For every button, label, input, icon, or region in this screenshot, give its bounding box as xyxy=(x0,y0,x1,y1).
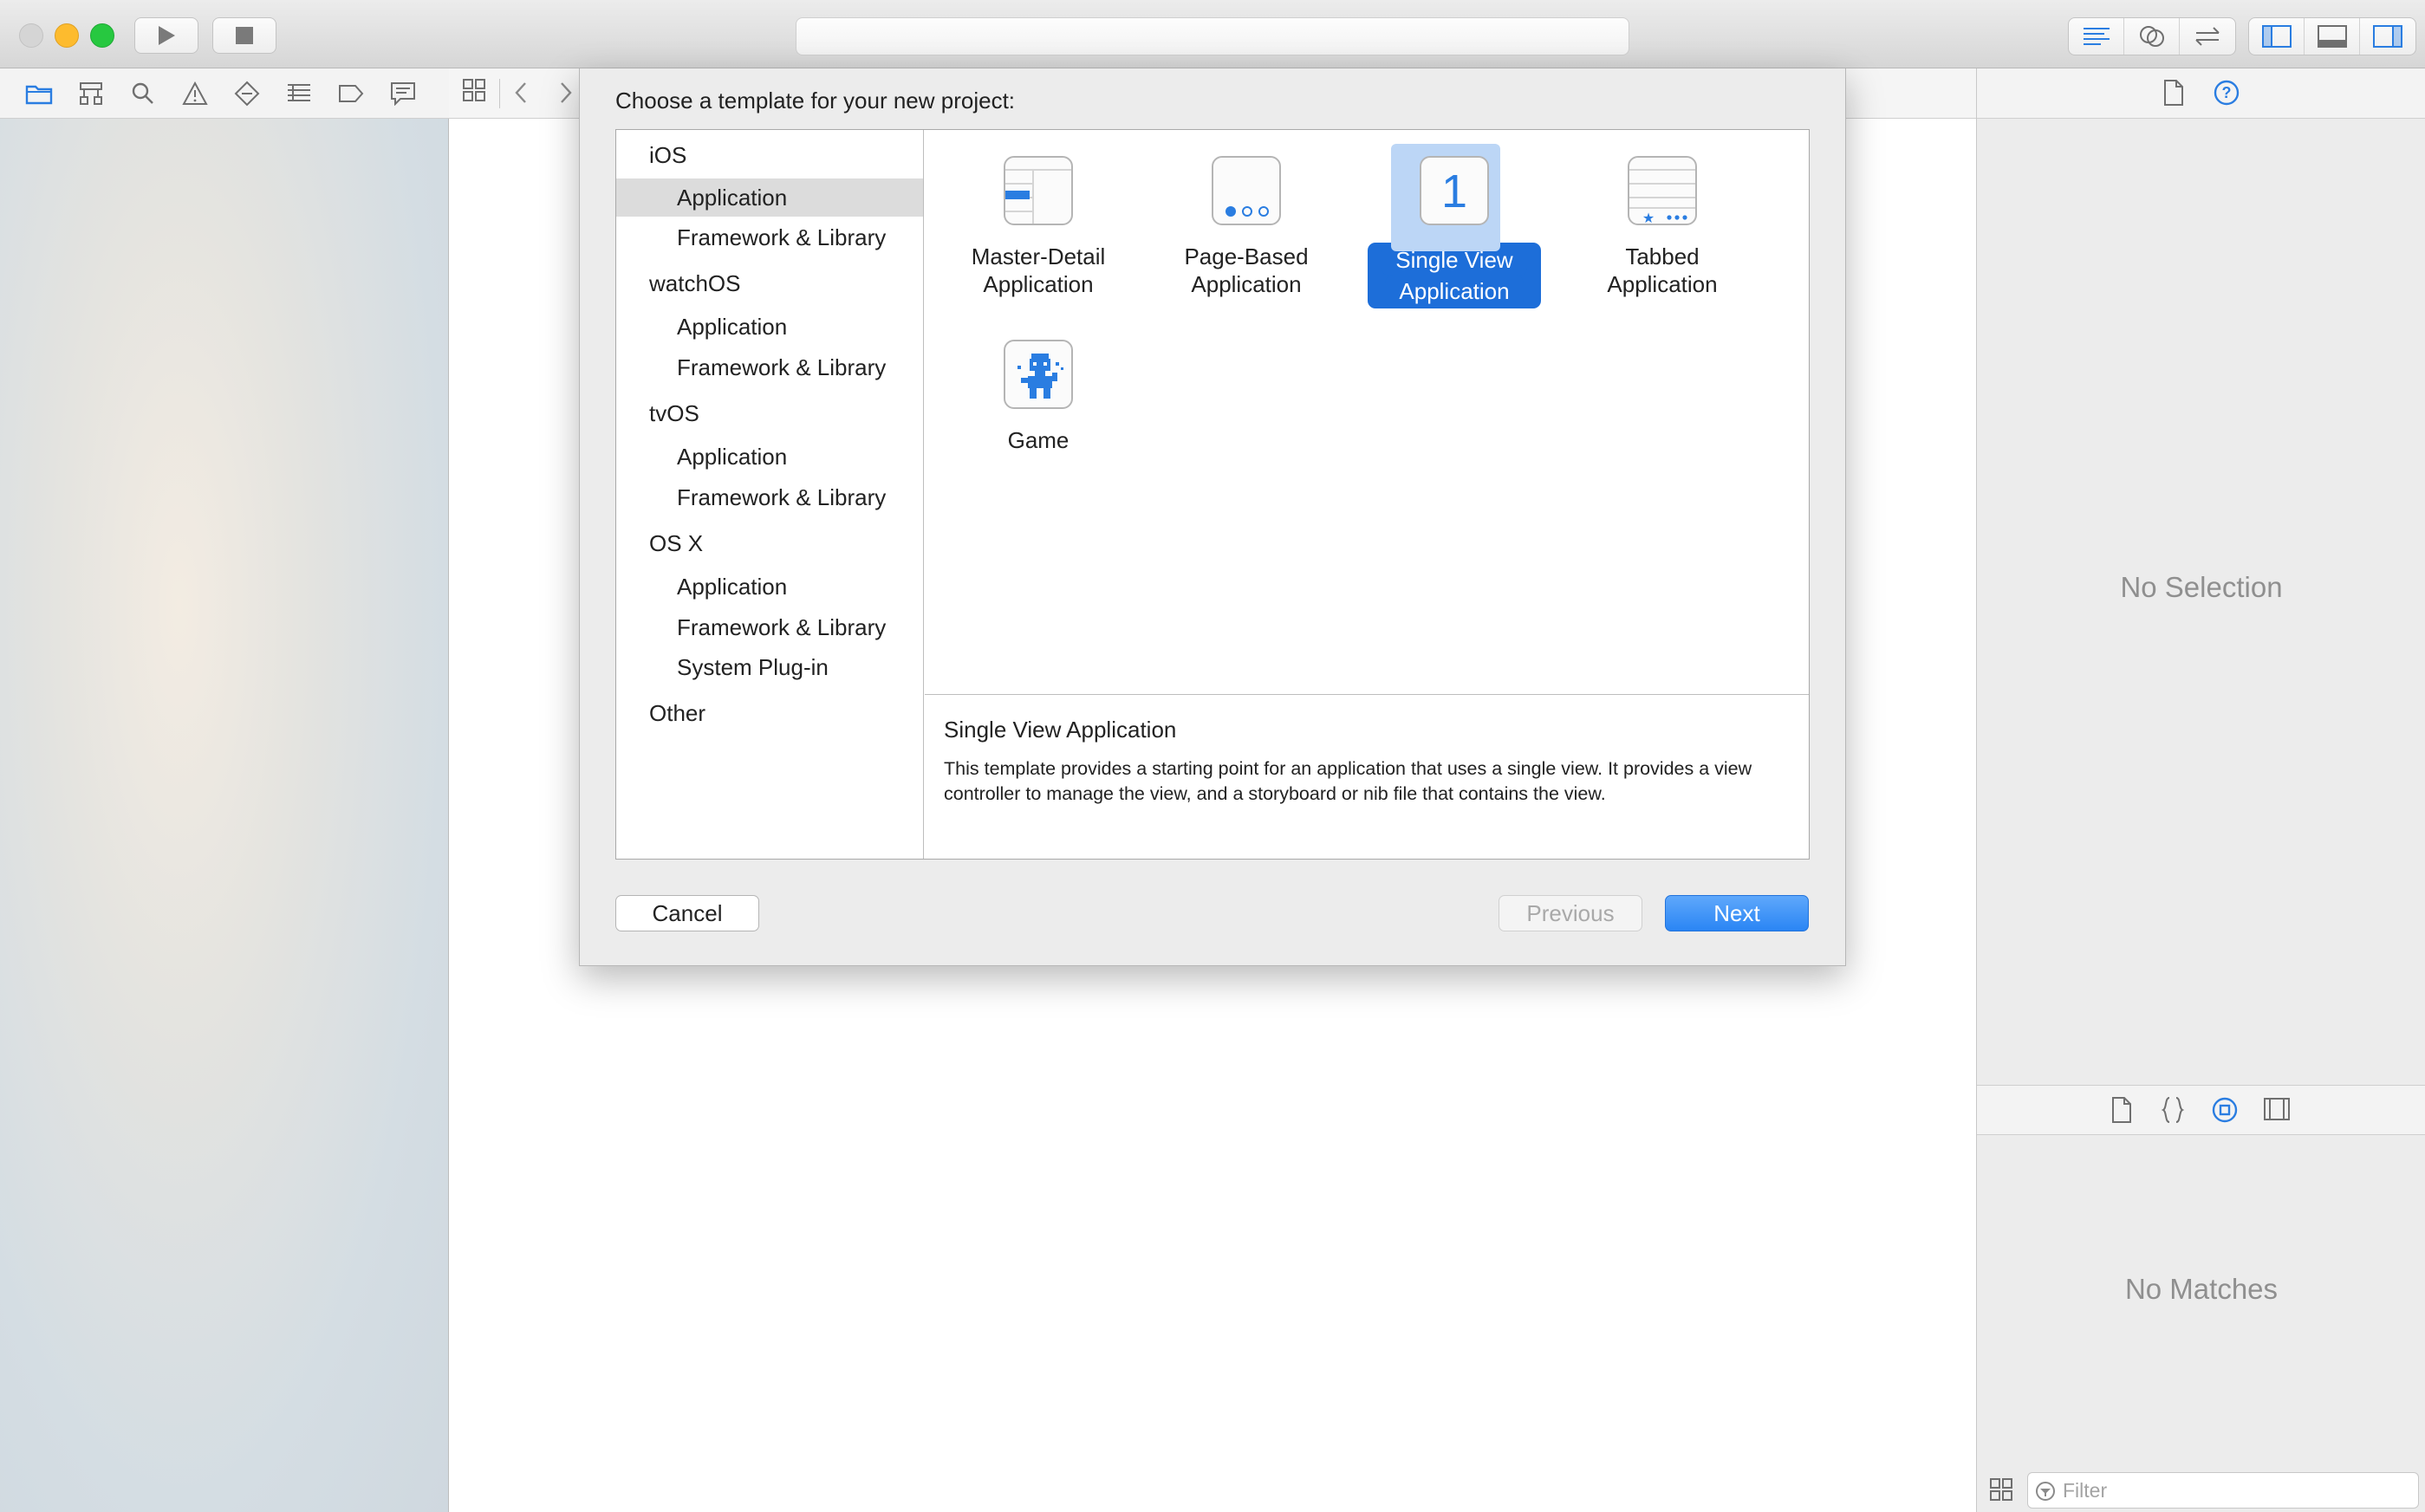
category-item-ios-framework-library[interactable]: Framework & Library xyxy=(616,218,923,256)
file-template-icon[interactable] xyxy=(2110,1096,2133,1128)
template-page-based-label-line2: Application xyxy=(1191,271,1302,297)
template-tabbed[interactable]: ★ Tabbed Application xyxy=(1576,156,1749,298)
master-detail-icon xyxy=(1004,156,1073,225)
navigator-area xyxy=(0,119,449,1512)
forward-chevron-icon[interactable] xyxy=(556,81,575,109)
breakpoint-icon[interactable] xyxy=(335,77,367,110)
jump-bar-divider xyxy=(499,79,500,108)
template-tabbed-label-line1: Tabbed xyxy=(1625,243,1700,269)
test-icon[interactable] xyxy=(231,77,263,110)
template-page-based[interactable]: Page-Based Application xyxy=(1160,156,1333,298)
template-chooser: iOS Application Framework & Library watc… xyxy=(615,129,1810,860)
category-item-watchos-framework-library[interactable]: Framework & Library xyxy=(616,348,923,386)
back-chevron-icon[interactable] xyxy=(511,81,530,109)
page-based-icon xyxy=(1212,156,1281,225)
category-header-other[interactable]: Other xyxy=(649,700,705,727)
category-header-watchos[interactable]: watchOS xyxy=(649,270,741,297)
category-item-osx-application[interactable]: Application xyxy=(616,568,923,606)
single-view-icon: 1 xyxy=(1420,156,1489,225)
category-item-tvos-framework-library[interactable]: Framework & Library xyxy=(616,478,923,516)
category-list: iOS Application Framework & Library watc… xyxy=(616,130,924,859)
search-icon[interactable] xyxy=(127,77,159,110)
close-button[interactable] xyxy=(19,23,43,48)
hierarchy-icon[interactable] xyxy=(75,77,107,110)
navigator-tab-bar xyxy=(0,68,449,119)
template-page-based-label-line1: Page-Based xyxy=(1184,243,1309,269)
description-text: This template provides a starting point … xyxy=(944,758,1752,804)
template-game-label: Game xyxy=(1007,427,1069,453)
editor-mode-segmented-control[interactable] xyxy=(2068,17,2236,55)
template-description: Single View Application This template pr… xyxy=(925,696,1809,859)
template-master-detail-label-line1: Master-Detail xyxy=(971,243,1106,269)
template-master-detail[interactable]: Master-Detail Application xyxy=(952,156,1125,298)
description-title: Single View Application xyxy=(944,717,1177,743)
category-item-ios-application[interactable]: Application xyxy=(616,178,923,217)
svg-text:?: ? xyxy=(2222,84,2232,101)
tabbed-icon: ★ xyxy=(1628,156,1697,225)
debug-icon[interactable] xyxy=(283,77,315,110)
previous-button[interactable]: Previous xyxy=(1499,895,1642,931)
zoom-button[interactable] xyxy=(90,23,114,48)
filter-placeholder: Filter xyxy=(2063,1479,2108,1502)
play-icon xyxy=(159,26,175,45)
assistant-editor-icon[interactable] xyxy=(2124,18,2180,55)
report-icon[interactable] xyxy=(387,77,419,110)
next-button[interactable]: Next xyxy=(1665,895,1809,931)
debug-area-toggle-icon[interactable] xyxy=(2305,18,2360,55)
related-items-icon[interactable] xyxy=(461,77,487,107)
sheet-title: Choose a template for your new project: xyxy=(615,88,1016,114)
template-single-view-label-line2: Application xyxy=(1385,276,1524,307)
utilities-area: ? No Selection No Matches Filter xyxy=(1976,68,2425,1512)
code-snippet-icon[interactable] xyxy=(2161,1096,2185,1128)
no-selection-label: No Selection xyxy=(2120,571,2283,603)
file-inspector-icon[interactable] xyxy=(2162,79,2185,111)
category-item-watchos-application[interactable]: Application xyxy=(616,308,923,346)
object-library-icon[interactable] xyxy=(2211,1096,2239,1128)
game-icon xyxy=(1004,340,1073,409)
window-toolbar xyxy=(0,0,2425,68)
filter-icon xyxy=(2036,1482,2055,1501)
folder-icon[interactable] xyxy=(23,77,55,110)
template-master-detail-label-line2: Application xyxy=(983,271,1094,297)
navigator-toggle-icon[interactable] xyxy=(2249,18,2305,55)
utilities-toggle-icon[interactable] xyxy=(2360,18,2415,55)
template-grid: Master-Detail Application Page-Based Appli… xyxy=(925,130,1809,695)
category-item-osx-framework-library[interactable]: Framework & Library xyxy=(616,608,923,646)
stop-icon xyxy=(236,27,253,44)
stop-button[interactable] xyxy=(212,17,276,54)
run-button[interactable] xyxy=(134,17,198,54)
quick-help-icon[interactable]: ? xyxy=(2213,79,2240,111)
template-game[interactable]: Game xyxy=(952,340,1125,454)
new-project-sheet: Choose a template for your new project: … xyxy=(579,68,1846,966)
single-view-icon-number: 1 xyxy=(1440,165,1468,217)
minimize-button[interactable] xyxy=(55,23,79,48)
category-header-tvos[interactable]: tvOS xyxy=(649,400,699,427)
library-grid-view-icon[interactable] xyxy=(1989,1477,2013,1506)
svg-text:★: ★ xyxy=(1642,210,1655,225)
category-item-tvos-application[interactable]: Application xyxy=(616,438,923,476)
standard-editor-icon[interactable] xyxy=(2069,18,2124,55)
cancel-button[interactable]: Cancel xyxy=(615,895,759,931)
inspector-tab-bar: ? xyxy=(1977,68,2425,119)
activity-viewer xyxy=(796,17,1629,55)
category-item-osx-system-plugin[interactable]: System Plug-in xyxy=(616,648,923,686)
template-tabbed-label-line2: Application xyxy=(1607,271,1718,297)
view-toggle-segmented-control[interactable] xyxy=(2248,17,2416,55)
version-editor-icon[interactable] xyxy=(2180,18,2235,55)
no-matches-label: No Matches xyxy=(2124,1273,2279,1305)
media-library-icon[interactable] xyxy=(2263,1096,2291,1126)
library-filter-field[interactable]: Filter xyxy=(2027,1472,2419,1509)
category-header-ios[interactable]: iOS xyxy=(649,142,686,169)
warning-icon[interactable] xyxy=(179,77,211,110)
library-tab-bar xyxy=(1977,1085,2425,1135)
category-header-osx[interactable]: OS X xyxy=(649,530,703,557)
template-single-view[interactable]: 1 Single View Application xyxy=(1368,144,1541,308)
